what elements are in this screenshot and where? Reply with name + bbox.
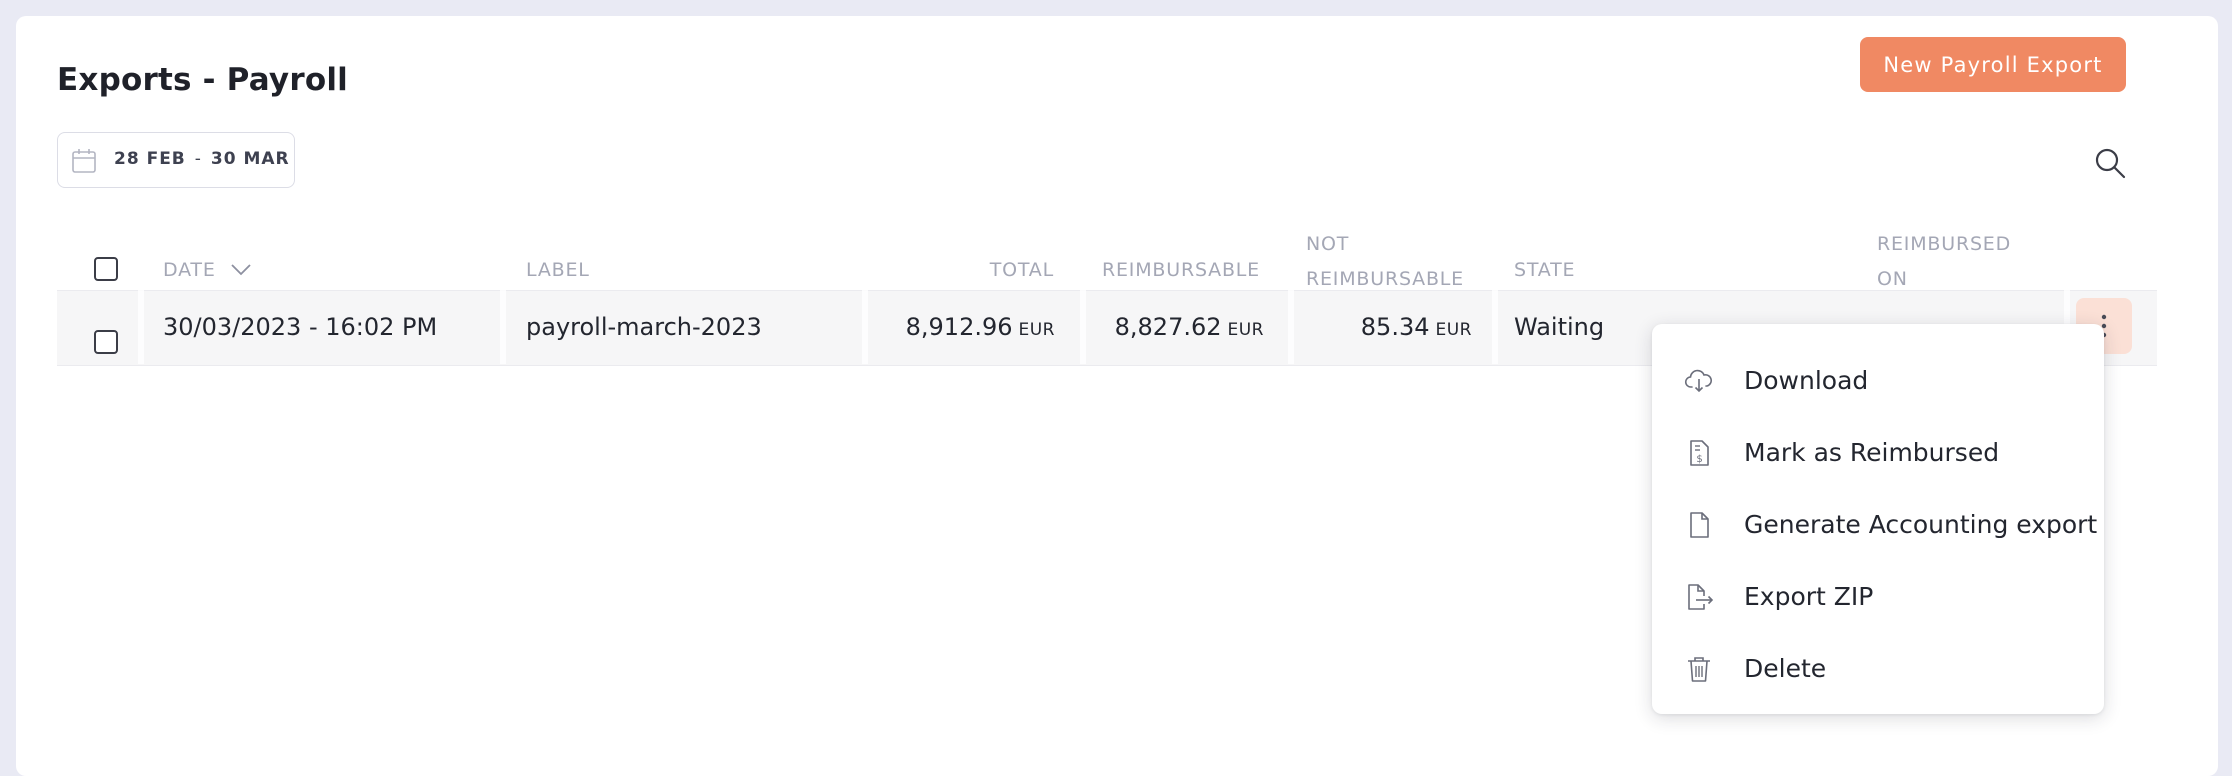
cell-divider (500, 290, 506, 364)
date-range-separator: - (194, 149, 202, 169)
menu-item-label: Generate Accounting export (1744, 509, 2098, 539)
cell-divider (1080, 290, 1086, 364)
menu-item-label: Export ZIP (1744, 581, 1874, 611)
row-total: 8,912.96 EUR (880, 290, 1055, 364)
menu-item-delete[interactable]: Delete (1652, 632, 2104, 704)
row-label: payroll-march-2023 (526, 313, 762, 341)
date-range-end: 30 MAR (210, 149, 290, 169)
state-column-header: STATE (1514, 259, 1576, 281)
menu-item-export-zip[interactable]: Export ZIP (1652, 560, 2104, 632)
menu-item-generate-accounting-export[interactable]: Generate Accounting export (1652, 488, 2104, 560)
trash-icon (1688, 657, 1710, 682)
row-state: Waiting (1514, 313, 1605, 341)
file-icon (1690, 512, 1709, 538)
row-not-reimbursable-value: 85.34 (1360, 313, 1430, 341)
page-title: Exports - Payroll (57, 62, 348, 98)
row-reimbursable-value: 8,827.62 (1114, 313, 1222, 341)
row-checkbox[interactable] (94, 330, 118, 354)
reimbursed-on-header-line1: REIMBURSED (1877, 233, 2012, 255)
receipt-dollar-icon: $ (1690, 440, 1709, 466)
date-column-header[interactable]: DATE (163, 253, 252, 287)
date-range-start: 28 FEB (114, 149, 186, 169)
chevron-down-icon (231, 264, 251, 276)
file-export-icon (1688, 584, 1714, 610)
date-range-text: 28 FEB -30 MAR (114, 133, 290, 186)
search-icon[interactable] (2093, 146, 2127, 180)
row-total-value: 8,912.96 (905, 313, 1013, 341)
date-column-label: DATE (163, 259, 216, 281)
menu-item-download[interactable]: Download (1652, 344, 2104, 416)
cell-divider (1288, 290, 1294, 364)
svg-text:$: $ (1696, 454, 1702, 465)
menu-item-label: Download (1744, 365, 1869, 395)
row-reimbursable-currency: EUR (1227, 320, 1264, 340)
cell-divider (1492, 290, 1498, 364)
calendar-icon (72, 149, 96, 173)
cell-divider (138, 290, 144, 364)
row-date: 30/03/2023 - 16:02 PM (163, 313, 438, 341)
row-actions-menu: Download $ Mark as Reimbursed Generate A… (1652, 324, 2104, 714)
menu-item-label: Delete (1744, 653, 1827, 683)
label-column-header: LABEL (526, 259, 590, 281)
date-range-filter[interactable]: 28 FEB -30 MAR (57, 132, 295, 188)
cloud-download-icon (1684, 369, 1712, 393)
reimbursable-column-header: REIMBURSABLE (1102, 259, 1260, 281)
row-reimbursable: 8,827.62 EUR (1090, 290, 1264, 364)
row-not-reimbursable: 85.34 EUR (1300, 290, 1472, 364)
menu-item-mark-as-reimbursed[interactable]: $ Mark as Reimbursed (1652, 416, 2104, 488)
cell-divider (862, 290, 868, 364)
not-reimbursable-header-line1: NOT (1306, 233, 1350, 255)
new-payroll-export-button[interactable]: New Payroll Export (1860, 37, 2126, 92)
select-all-checkbox[interactable] (94, 257, 118, 281)
total-column-header: TOTAL (989, 259, 1054, 281)
row-total-currency: EUR (1018, 320, 1055, 340)
menu-item-label: Mark as Reimbursed (1744, 437, 2000, 467)
row-not-reimbursable-currency: EUR (1435, 320, 1472, 340)
